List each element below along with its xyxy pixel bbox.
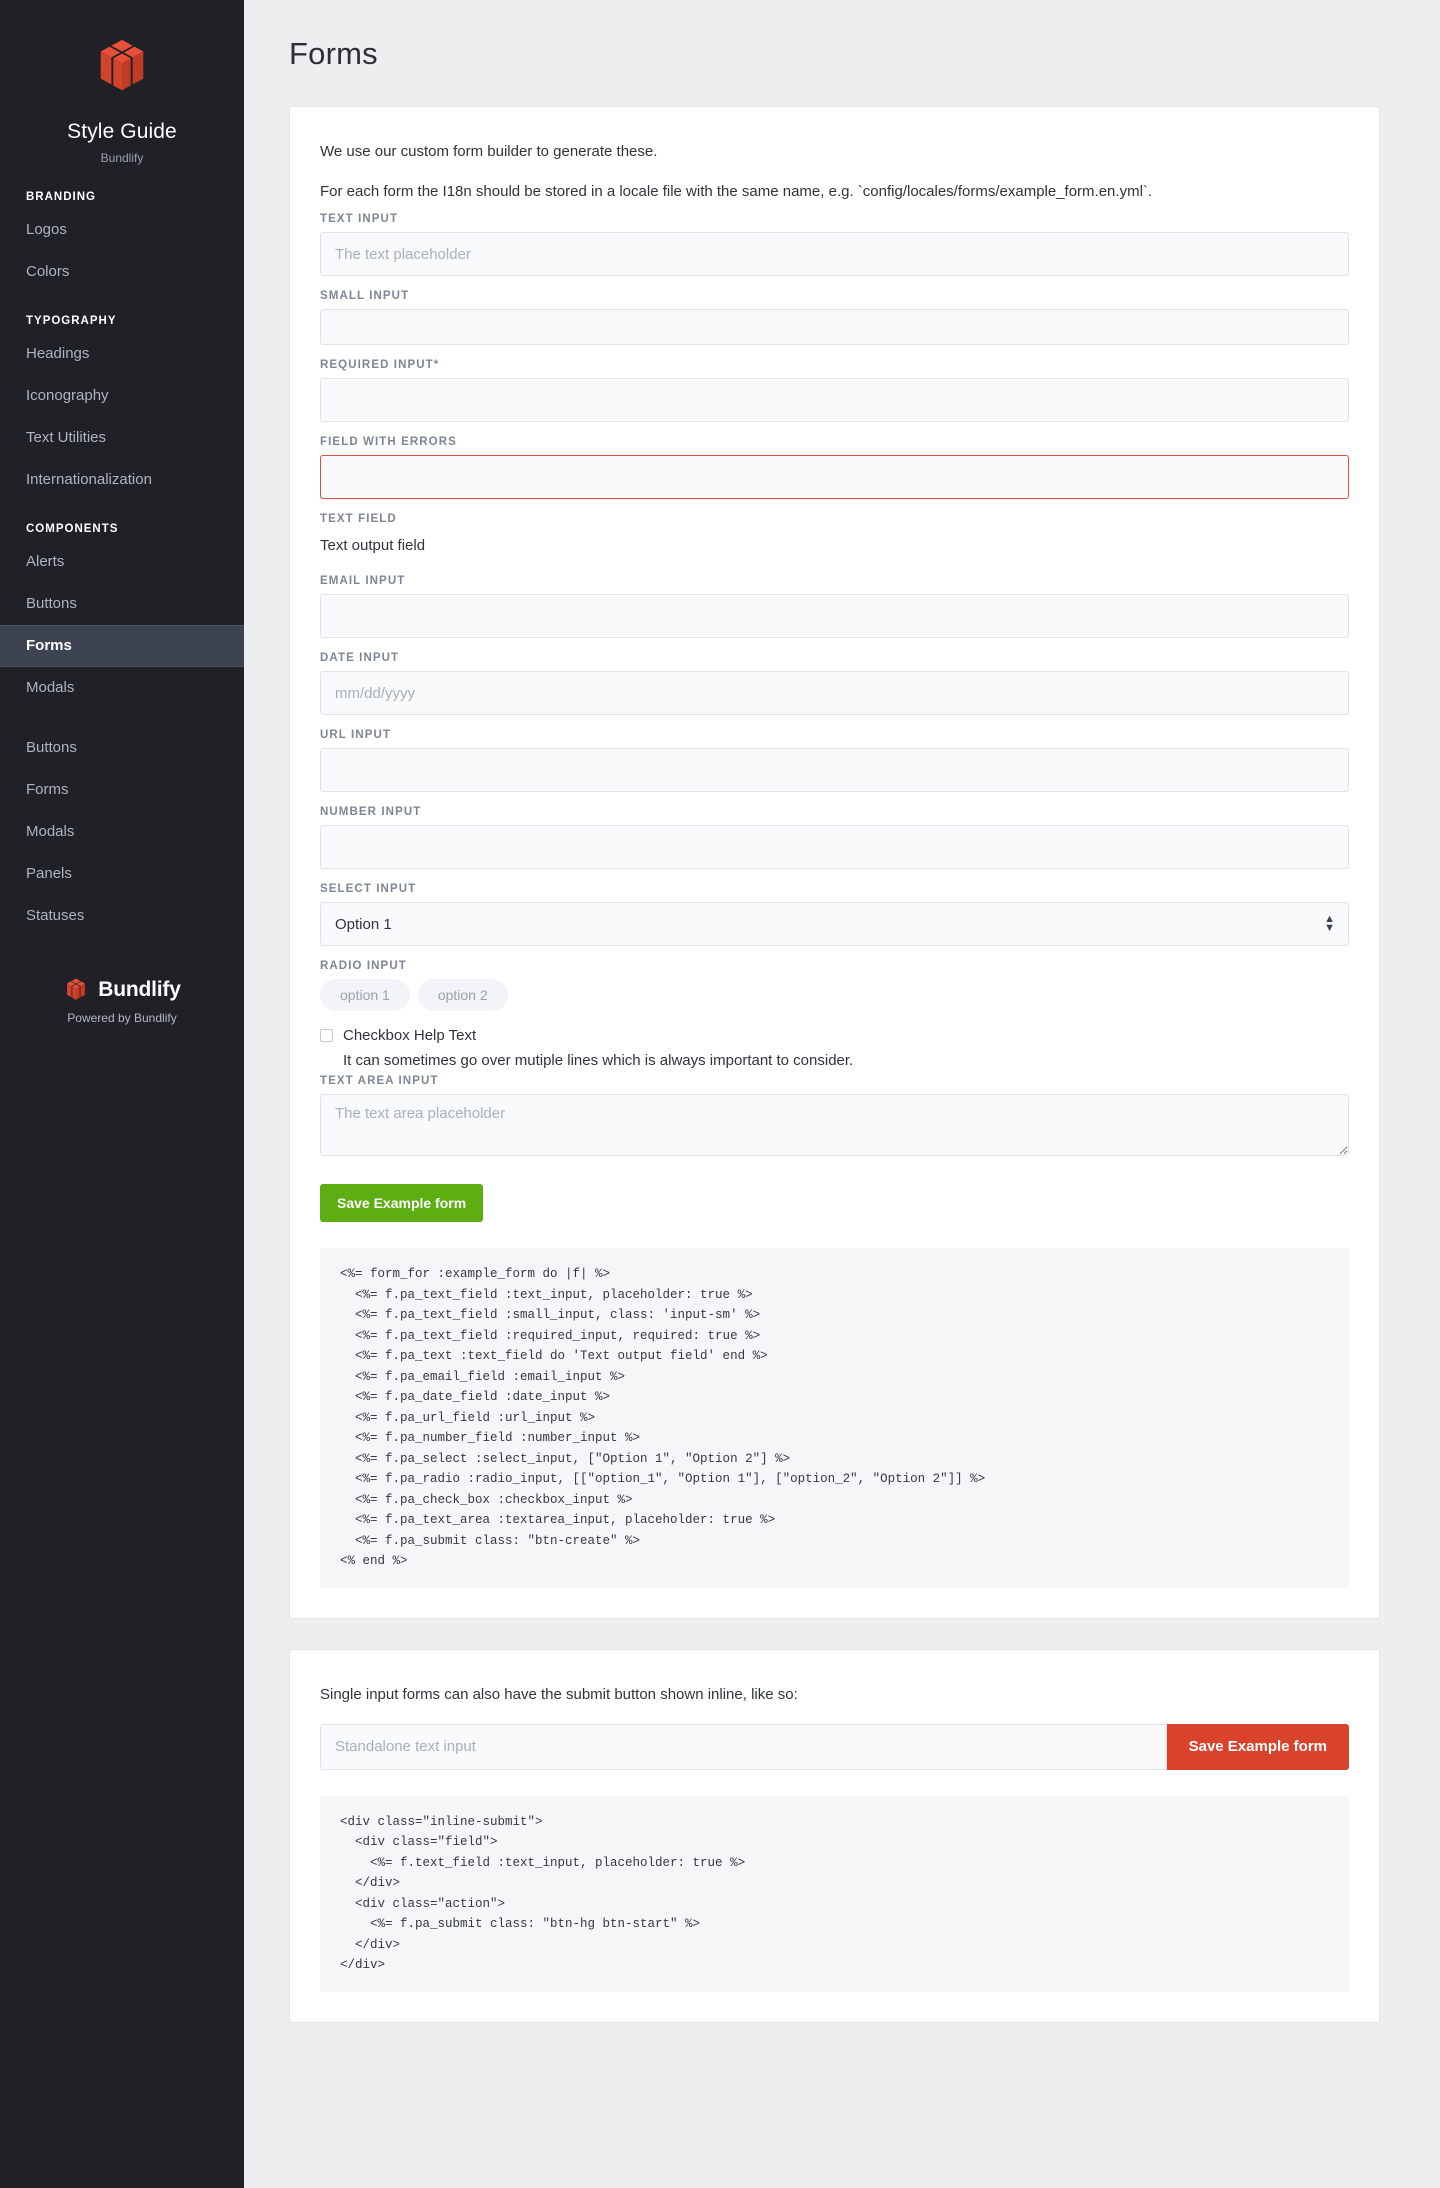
- brand-title: Style Guide: [67, 120, 177, 143]
- sidebar-item-forms[interactable]: Forms: [0, 625, 244, 667]
- sidebar-item-logos[interactable]: Logos: [0, 209, 244, 251]
- url-input[interactable]: [320, 748, 1349, 792]
- text-input[interactable]: [320, 232, 1349, 276]
- inline-submit-paragraph: Single input forms can also have the sub…: [320, 1685, 798, 1703]
- date-input[interactable]: [320, 671, 1349, 715]
- sidebar-nav: BRANDING Logos Colors TYPOGRAPHY Heading…: [0, 191, 244, 937]
- field-number-input: NUMBER INPUT: [320, 806, 1349, 869]
- brand-logo: [0, 36, 244, 98]
- sidebar-item-forms-2[interactable]: Forms: [0, 769, 244, 811]
- label-required-input: REQUIRED INPUT*: [320, 359, 440, 371]
- field-text-input: TEXT INPUT: [320, 213, 1349, 276]
- field-with-errors-input[interactable]: [320, 455, 1349, 499]
- field-radio-input: RADIO INPUT option 1 option 2: [320, 960, 1349, 1011]
- label-date-input: DATE INPUT: [320, 652, 400, 664]
- field-small-input: SMALL INPUT: [320, 290, 1349, 345]
- inline-submit-group: Save Example form: [320, 1723, 1349, 1770]
- textarea-input[interactable]: [320, 1094, 1349, 1156]
- label-text-input: TEXT INPUT: [320, 213, 399, 225]
- text-field-output: Text output field: [320, 537, 426, 554]
- sidebar-item-buttons-2[interactable]: Buttons: [0, 727, 244, 769]
- page-title: Forms: [289, 36, 378, 71]
- inline-submit-code-block: <div class="inline-submit"> <div class="…: [320, 1795, 1349, 1992]
- standalone-text-input[interactable]: [320, 1723, 1167, 1770]
- forms-example-card: We use our custom form builder to genera…: [289, 106, 1380, 1619]
- label-textarea-input: TEXT AREA INPUT: [320, 1075, 439, 1087]
- select-input[interactable]: [320, 902, 1349, 946]
- sidebar-item-modals[interactable]: Modals: [0, 667, 244, 709]
- email-input[interactable]: [320, 594, 1349, 638]
- sidebar-item-colors[interactable]: Colors: [0, 251, 244, 293]
- sidebar-item-headings[interactable]: Headings: [0, 333, 244, 375]
- sidebar-item-statuses[interactable]: Statuses: [0, 895, 244, 937]
- label-text-field: TEXT FIELD: [320, 513, 397, 525]
- form-code-block: <%= form_for :example_form do |f| %> <%=…: [320, 1248, 1349, 1588]
- field-select-input: SELECT INPUT ▲▼: [320, 883, 1349, 946]
- select-wrapper: ▲▼: [320, 902, 1349, 946]
- checkbox-input[interactable]: [320, 1029, 333, 1042]
- intro-paragraph-1: We use our custom form builder to genera…: [320, 143, 658, 160]
- checkbox-help-text: It can sometimes go over mutiple lines w…: [343, 1052, 854, 1069]
- sidebar: Style Guide Bundlify BRANDING Logos Colo…: [0, 0, 244, 2188]
- sidebar-section-branding: BRANDING: [26, 191, 96, 203]
- sidebar-item-buttons[interactable]: Buttons: [0, 583, 244, 625]
- radio-option-1[interactable]: option 1: [320, 979, 410, 1011]
- sidebar-item-alerts[interactable]: Alerts: [0, 541, 244, 583]
- radio-group: option 1 option 2: [320, 979, 1349, 1011]
- radio-option-2[interactable]: option 2: [417, 979, 508, 1011]
- checkbox-row: Checkbox Help Text: [320, 1025, 1349, 1047]
- sidebar-item-text-utilities[interactable]: Text Utilities: [0, 417, 244, 459]
- sidebar-footer: Bundlify Powered by Bundlify: [0, 977, 244, 1055]
- field-with-errors: FIELD WITH ERRORS: [320, 436, 1349, 499]
- intro-paragraph-2: For each form the I18n should be stored …: [320, 183, 1153, 200]
- label-field-with-errors: FIELD WITH ERRORS: [320, 436, 457, 448]
- label-small-input: SMALL INPUT: [320, 290, 410, 302]
- field-textarea-input: TEXT AREA INPUT: [320, 1075, 1349, 1156]
- sidebar-item-panels[interactable]: Panels: [0, 853, 244, 895]
- field-date-input: DATE INPUT: [320, 652, 1349, 715]
- required-input[interactable]: [320, 378, 1349, 422]
- label-url-input: URL INPUT: [320, 729, 392, 741]
- field-text-field: TEXT FIELD Text output field: [320, 513, 1349, 561]
- number-input[interactable]: [320, 825, 1349, 869]
- cube-logo-icon: [67, 978, 86, 1000]
- main-content: Forms We use our custom form builder to …: [244, 0, 1440, 2188]
- sidebar-section-typography: TYPOGRAPHY: [26, 315, 117, 327]
- label-number-input: NUMBER INPUT: [320, 806, 422, 818]
- inline-submit-card: Single input forms can also have the sub…: [289, 1648, 1380, 2023]
- field-url-input: URL INPUT: [320, 729, 1349, 792]
- field-required-input: REQUIRED INPUT*: [320, 359, 1349, 422]
- save-example-form-button[interactable]: Save Example form: [320, 1184, 484, 1222]
- label-email-input: EMAIL INPUT: [320, 575, 406, 587]
- sidebar-group-divider: [0, 709, 244, 727]
- sidebar-footer-logo[interactable]: Bundlify: [0, 977, 244, 1003]
- label-select-input: SELECT INPUT: [320, 883, 417, 895]
- sidebar-item-iconography[interactable]: Iconography: [0, 375, 244, 417]
- checkbox-label[interactable]: Checkbox Help Text: [343, 1025, 476, 1047]
- inline-save-example-form-button[interactable]: Save Example form: [1166, 1723, 1349, 1770]
- small-input[interactable]: [320, 309, 1349, 345]
- sidebar-section-components: COMPONENTS: [26, 523, 119, 535]
- cube-logo-icon: [100, 39, 144, 91]
- label-radio-input: RADIO INPUT: [320, 960, 407, 972]
- sidebar-footer-name: Bundlify: [98, 978, 181, 1001]
- sidebar-footer-powered-by: Powered by Bundlify: [67, 1011, 177, 1025]
- sidebar-item-internationalization[interactable]: Internationalization: [0, 459, 244, 501]
- field-email-input: EMAIL INPUT: [320, 575, 1349, 638]
- brand-subtitle: Bundlify: [100, 151, 144, 165]
- sidebar-item-modals-2[interactable]: Modals: [0, 811, 244, 853]
